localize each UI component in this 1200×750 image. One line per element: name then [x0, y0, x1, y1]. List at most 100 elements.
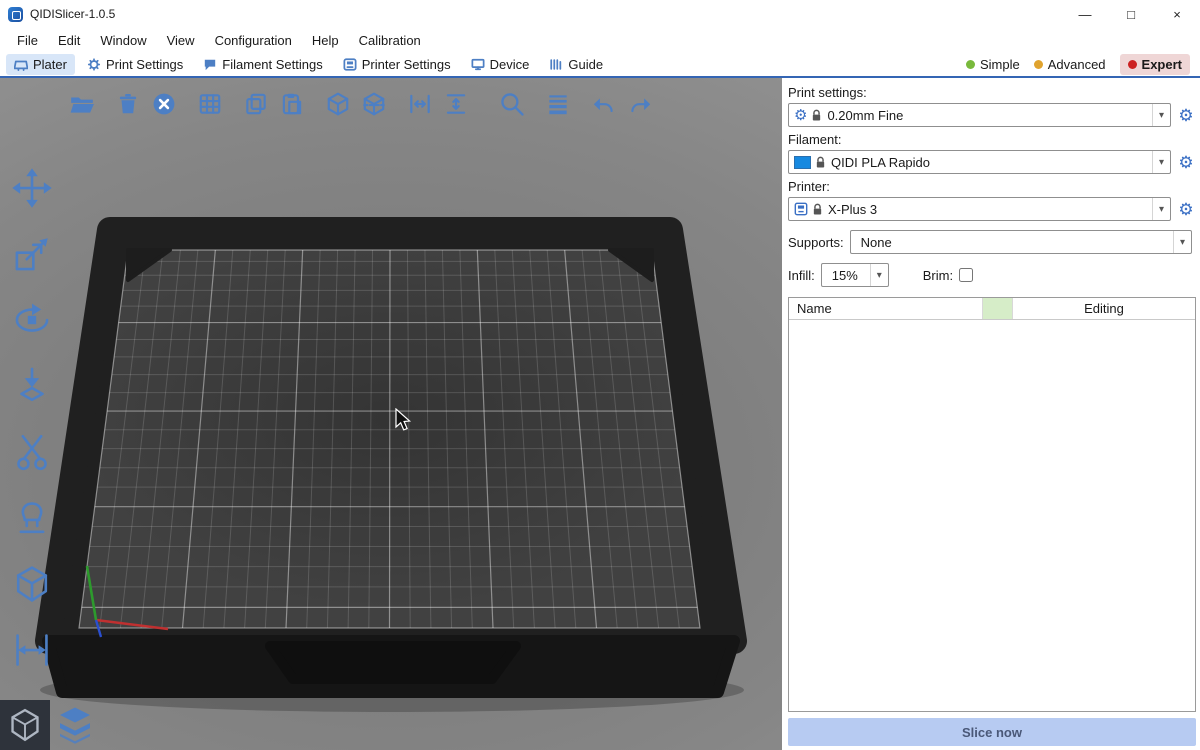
measure-tool-button[interactable] — [8, 560, 56, 608]
infill-value: 15% — [827, 268, 870, 283]
filament-gear-button[interactable]: ⚙ — [1176, 151, 1196, 173]
brim-checkbox[interactable] — [959, 268, 973, 282]
window-controls: — □ × — [1062, 0, 1200, 28]
guide-icon — [549, 58, 563, 71]
split-to-parts-button[interactable] — [356, 86, 392, 122]
undo-button[interactable] — [586, 86, 622, 122]
menu-calibration[interactable]: Calibration — [350, 30, 430, 51]
filament-settings-icon — [203, 58, 217, 71]
editing-column-header[interactable]: Editing — [1013, 298, 1195, 319]
tabbar: Plater Print Settings Filament Settings … — [0, 52, 1200, 78]
supports-row: Supports: None ▾ — [788, 230, 1196, 254]
print-settings-value: 0.20mm Fine — [822, 108, 1152, 123]
menu-window[interactable]: Window — [91, 30, 155, 51]
menu-help[interactable]: Help — [303, 30, 348, 51]
infill-combo[interactable]: 15% ▾ — [821, 263, 889, 287]
lock-icon — [812, 203, 823, 216]
distribute-vertical-icon — [443, 91, 469, 117]
sidebar: Print settings: ⚙ 0.20mm Fine ▾ ⚙ Filame… — [782, 78, 1200, 750]
app-icon — [8, 7, 23, 22]
chevron-down-icon[interactable]: ▾ — [1173, 231, 1191, 253]
minimize-button[interactable]: — — [1062, 0, 1108, 28]
simple-dot-icon — [966, 60, 975, 69]
search-button[interactable] — [494, 86, 530, 122]
chevron-down-icon[interactable]: ▾ — [870, 264, 888, 286]
spacing-icon — [11, 629, 53, 671]
supports-combo[interactable]: None ▾ — [850, 230, 1192, 254]
print-settings-combo[interactable]: ⚙ 0.20mm Fine ▾ — [788, 103, 1171, 127]
close-button[interactable]: × — [1154, 0, 1200, 28]
infill-label: Infill: — [788, 268, 815, 283]
brim-label: Brim: — [923, 268, 953, 283]
tab-print-settings[interactable]: Print Settings — [79, 54, 191, 75]
tab-guide[interactable]: Guide — [541, 54, 611, 75]
tab-filament-settings[interactable]: Filament Settings — [195, 54, 330, 75]
cut-tool-button[interactable] — [8, 428, 56, 476]
mode-expert[interactable]: Expert — [1120, 54, 1190, 75]
spacing-tool-button[interactable] — [8, 626, 56, 674]
viewport-3d[interactable] — [0, 78, 782, 750]
paste-button[interactable] — [274, 86, 310, 122]
preview-view-button[interactable] — [50, 700, 100, 750]
split-to-objects-button[interactable] — [320, 86, 356, 122]
chevron-down-icon[interactable]: ▾ — [1152, 198, 1170, 220]
object-list-body[interactable] — [789, 320, 1195, 711]
delete-button[interactable] — [110, 86, 146, 122]
printer-combo[interactable]: X-Plus 3 ▾ — [788, 197, 1171, 221]
printer-settings-icon — [343, 58, 357, 71]
mode-advanced[interactable]: Advanced — [1034, 57, 1106, 72]
print-settings-label: Print settings: — [788, 85, 1196, 100]
split-objects-cube-icon — [325, 91, 351, 117]
tab-printer-settings[interactable]: Printer Settings — [335, 54, 459, 75]
printer-gear-button[interactable]: ⚙ — [1176, 198, 1196, 220]
support-paint-tool-button[interactable] — [8, 494, 56, 542]
extruder-column-header[interactable] — [983, 298, 1013, 319]
menu-edit[interactable]: Edit — [49, 30, 89, 51]
menubar: File Edit Window View Configuration Help… — [0, 28, 1200, 52]
redo-icon — [626, 91, 654, 117]
arrange-grid-icon — [197, 91, 223, 117]
scale-tool-button[interactable] — [8, 230, 56, 278]
maximize-button[interactable]: □ — [1108, 0, 1154, 28]
arrange-button[interactable] — [192, 86, 228, 122]
distribute-vertical-button[interactable] — [438, 86, 474, 122]
tab-plater[interactable]: Plater — [6, 54, 75, 75]
open-file-button[interactable] — [64, 86, 100, 122]
place-on-face-tool-button[interactable] — [8, 362, 56, 410]
distribute-horizontal-icon — [407, 91, 433, 117]
variable-layer-height-button[interactable] — [540, 86, 576, 122]
print-bed[interactable] — [0, 78, 782, 750]
delete-all-icon — [151, 91, 177, 117]
preview-layers-icon — [55, 705, 95, 745]
copy-icon — [243, 91, 269, 117]
filament-combo[interactable]: QIDI PLA Rapido ▾ — [788, 150, 1171, 174]
distribute-horizontal-button[interactable] — [402, 86, 438, 122]
move-tool-button[interactable] — [8, 164, 56, 212]
editor-view-button[interactable] — [0, 700, 50, 750]
infill-brim-row: Infill: 15% ▾ Brim: — [788, 263, 1196, 287]
print-profile-icon: ⚙ — [794, 108, 807, 123]
measure-cube-icon — [11, 563, 53, 605]
copy-button[interactable] — [238, 86, 274, 122]
print-settings-row: ⚙ 0.20mm Fine ▾ ⚙ — [788, 103, 1196, 127]
mode-simple[interactable]: Simple — [966, 57, 1020, 72]
menu-configuration[interactable]: Configuration — [206, 30, 301, 51]
menu-file[interactable]: File — [8, 30, 47, 51]
move-icon — [11, 167, 53, 209]
slice-now-button[interactable]: Slice now — [788, 718, 1196, 746]
menu-view[interactable]: View — [158, 30, 204, 51]
name-column-header[interactable]: Name — [789, 298, 983, 319]
tab-device[interactable]: Device — [463, 54, 538, 75]
chevron-down-icon[interactable]: ▾ — [1152, 104, 1170, 126]
trash-icon — [115, 91, 141, 117]
print-settings-gear-button[interactable]: ⚙ — [1176, 104, 1196, 126]
delete-all-button[interactable] — [146, 86, 182, 122]
plater-icon — [14, 58, 28, 71]
view-toggles — [0, 700, 100, 750]
app-window: QIDISlicer-1.0.5 — □ × File Edit Window … — [0, 0, 1200, 750]
printer-row: X-Plus 3 ▾ ⚙ — [788, 197, 1196, 221]
filament-color-swatch — [794, 156, 811, 169]
rotate-tool-button[interactable] — [8, 296, 56, 344]
redo-button[interactable] — [622, 86, 658, 122]
chevron-down-icon[interactable]: ▾ — [1152, 151, 1170, 173]
